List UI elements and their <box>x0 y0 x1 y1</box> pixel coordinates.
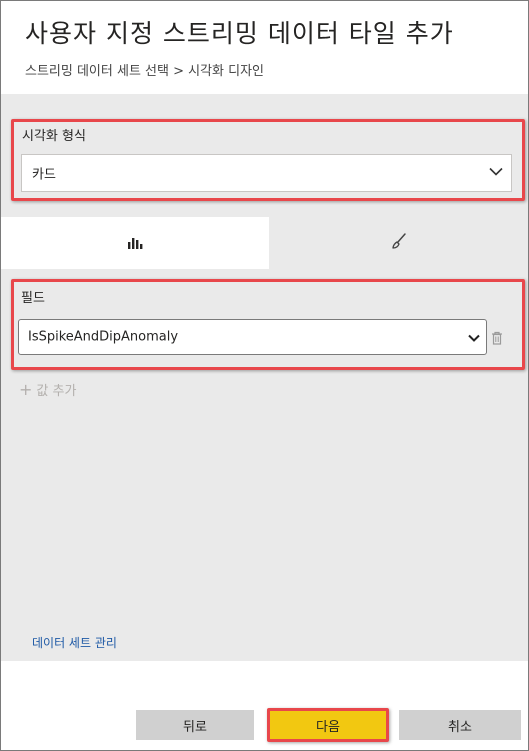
visualization-type-value: 카드 <box>32 167 56 183</box>
paintbrush-icon <box>390 232 408 254</box>
delete-field-icon[interactable] <box>491 330 503 349</box>
visualization-type-label: 시각화 형식 <box>22 129 86 144</box>
field-select-value: IsSpikeAndDipAnomaly <box>28 329 179 345</box>
dialog-title: 사용자 지정 스트리밍 데이터 타일 추가 <box>25 19 454 48</box>
bar-chart-icon <box>127 234 143 253</box>
breadcrumb: 스트리밍 데이터 세트 선택 > 시각화 디자인 <box>25 64 265 79</box>
chevron-down-icon <box>468 328 480 347</box>
fields-label: 필드 <box>21 291 45 306</box>
plus-icon: + <box>19 379 33 399</box>
back-button[interactable]: 뒤로 <box>136 710 254 740</box>
next-button[interactable]: 다음 <box>267 708 389 742</box>
visualization-type-select[interactable]: 카드 <box>21 154 512 192</box>
tab-fields[interactable] <box>1 217 269 269</box>
add-value-label: 값 추가 <box>36 384 77 399</box>
chevron-down-icon <box>489 166 503 181</box>
cancel-button[interactable]: 취소 <box>399 710 521 740</box>
field-select[interactable]: IsSpikeAndDipAnomaly <box>18 319 487 355</box>
manage-dataset-link[interactable]: 데이터 세트 관리 <box>32 634 117 651</box>
dialog-frame: 사용자 지정 스트리밍 데이터 타일 추가 스트리밍 데이터 세트 선택 > 시… <box>0 0 529 751</box>
tab-format[interactable] <box>269 217 528 269</box>
add-value-button[interactable]: + 값 추가 <box>19 380 76 399</box>
